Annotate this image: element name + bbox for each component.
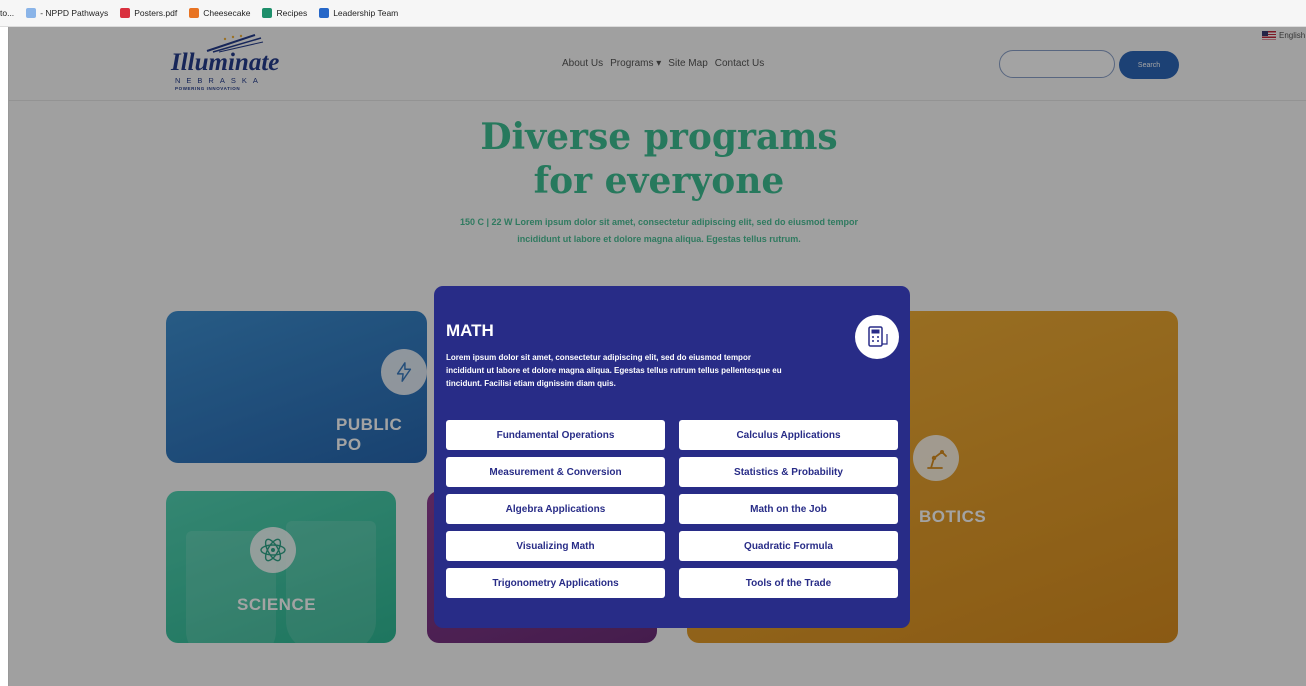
topic-button-fundamental-operations[interactable]: Fundamental Operations <box>446 420 665 450</box>
topic-button-measurement-conversion[interactable]: Measurement & Conversion <box>446 457 665 487</box>
topic-button-math-on-the-job[interactable]: Math on the Job <box>679 494 898 524</box>
topic-grid: Fundamental Operations Calculus Applicat… <box>446 420 898 598</box>
topic-button-calculus-applications[interactable]: Calculus Applications <box>679 420 898 450</box>
modal-title: MATH <box>446 321 494 340</box>
bookmark-label: Posters.pdf <box>134 8 178 18</box>
bookmark-site-icon <box>262 8 273 18</box>
bookmark-item[interactable]: Recipes <box>262 8 307 18</box>
document-icon <box>26 8 37 18</box>
web-page: Illuminate NEBRASKA POWERING INNOVATION … <box>8 27 1306 686</box>
bookmark-site-icon <box>189 8 200 18</box>
bookmark-item[interactable]: Cheesecake <box>189 8 250 18</box>
bookmark-item[interactable]: to... <box>0 8 14 18</box>
math-program-modal: MATH Lorem ipsum dolor sit amet, consect… <box>434 286 910 628</box>
bookmark-site-icon <box>319 8 330 18</box>
topic-button-algebra-applications[interactable]: Algebra Applications <box>446 494 665 524</box>
topic-button-visualizing-math[interactable]: Visualizing Math <box>446 531 665 561</box>
bookmark-item[interactable]: - NPPD Pathways <box>26 8 108 18</box>
bookmark-label: Leadership Team <box>333 8 399 18</box>
pdf-icon <box>120 8 131 18</box>
topic-button-tools-of-the-trade[interactable]: Tools of the Trade <box>679 568 898 598</box>
modal-description: Lorem ipsum dolor sit amet, consectetur … <box>446 353 782 388</box>
bookmark-item[interactable]: Posters.pdf <box>120 8 177 18</box>
bookmark-label: Recipes <box>276 8 308 18</box>
topic-button-quadratic-formula[interactable]: Quadratic Formula <box>679 531 898 561</box>
topic-button-statistics-probability[interactable]: Statistics & Probability <box>679 457 898 487</box>
calculator-icon <box>855 315 899 359</box>
bookmark-label: Cheesecake <box>203 8 251 18</box>
bookmark-item[interactable]: Leadership Team <box>319 8 398 18</box>
topic-button-trigonometry-applications[interactable]: Trigonometry Applications <box>446 568 665 598</box>
bookmark-label: - NPPD Pathways <box>40 8 109 18</box>
bookmark-label: to... <box>0 8 15 18</box>
bookmarks-bar: to... - NPPD Pathways Posters.pdf Cheese… <box>0 0 1306 27</box>
